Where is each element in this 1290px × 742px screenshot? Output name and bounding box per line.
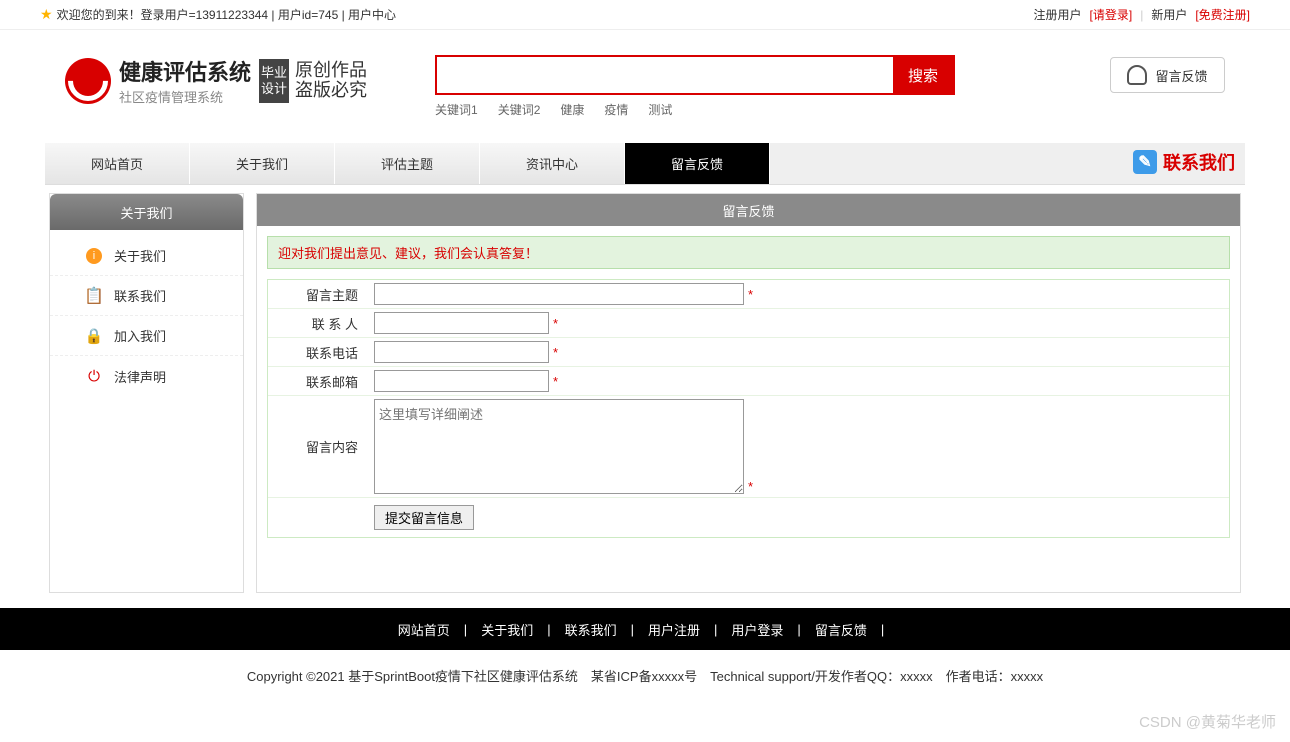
label-email: 联系邮箱 (268, 372, 368, 391)
nav-news[interactable]: 资讯中心 (480, 143, 625, 184)
textarea-content[interactable] (374, 399, 744, 494)
sidebar-item-label: 法律声明 (114, 367, 166, 386)
sidebar-item-about[interactable]: i 关于我们 (50, 236, 243, 276)
row-content: 留言内容 * (268, 396, 1229, 498)
footer-link[interactable]: 关于我们 (481, 620, 533, 639)
search-box: 搜索 (435, 55, 955, 95)
check-icon: ✎ (1133, 150, 1157, 174)
sidebar-list: i 关于我们 📋 联系我们 🔒 加入我们 ⏻ 法律声明 (50, 230, 243, 402)
label-subject: 留言主题 (268, 285, 368, 304)
main-panel: 留言反馈 迎对我们提出意见、建议，我们会认真答复！ 留言主题 * 联 系 人 *… (256, 193, 1241, 593)
main-header: 留言反馈 (257, 194, 1240, 226)
sidebar-item-join[interactable]: 🔒 加入我们 (50, 316, 243, 356)
footer-link[interactable]: 联系我们 (565, 620, 617, 639)
free-reg-link[interactable]: [免费注册] (1195, 6, 1250, 23)
footer-nav: 网站首页| 关于我们| 联系我们| 用户注册| 用户登录| 留言反馈| (0, 608, 1290, 650)
search-area: 搜索 关键词1 关键词2 健康 疫情 测试 (435, 55, 1110, 118)
search-input[interactable] (437, 57, 893, 93)
logo-area: 健康评估系统 社区疫情管理系统 毕业 设计 原创作品 盗版必究 (65, 55, 435, 106)
keyword-link[interactable]: 疫情 (604, 101, 628, 118)
row-subject: 留言主题 * (268, 280, 1229, 309)
footer-link[interactable]: 网站首页 (398, 620, 450, 639)
keyword-link[interactable]: 关键词1 (435, 101, 478, 118)
footer-link[interactable]: 用户注册 (648, 620, 700, 639)
logo-icon (65, 58, 111, 104)
feedback-form: 留言主题 * 联 系 人 * 联系电话 * (267, 279, 1230, 538)
headset-icon (1127, 65, 1147, 85)
tip-message: 迎对我们提出意见、建议，我们会认真答复！ (267, 236, 1230, 269)
label-phone: 联系电话 (268, 343, 368, 362)
required-mark: * (553, 316, 558, 331)
label-content: 留言内容 (268, 437, 368, 456)
row-phone: 联系电话 * (268, 338, 1229, 367)
sidebar-item-label: 加入我们 (114, 326, 166, 345)
sidebar-item-label: 联系我们 (114, 286, 166, 305)
power-icon: ⏻ (86, 368, 102, 384)
reg-user-label: 注册用户 (1034, 6, 1082, 23)
separator: | (1140, 8, 1143, 22)
logo-badge: 毕业 设计 (259, 59, 289, 103)
nav-home[interactable]: 网站首页 (45, 143, 190, 184)
logo-script: 原创作品 盗版必究 (295, 61, 367, 101)
contact-label: 联系我们 (1163, 149, 1235, 175)
logo-subtitle: 社区疫情管理系统 (119, 87, 251, 106)
logo-title: 健康评估系统 (119, 55, 251, 87)
required-mark: * (748, 287, 753, 302)
contact-us[interactable]: ✎ 联系我们 (1133, 149, 1235, 175)
nav-topic[interactable]: 评估主题 (335, 143, 480, 184)
required-mark: * (553, 374, 558, 389)
footer-copyright: Copyright ©2021 基于SprintBoot疫情下社区健康评估系统 … (0, 650, 1290, 701)
input-contact[interactable] (374, 312, 549, 334)
main-nav: 网站首页 关于我们 评估主题 资讯中心 留言反馈 ✎ 联系我们 (45, 143, 1245, 185)
header: 健康评估系统 社区疫情管理系统 毕业 设计 原创作品 盗版必究 搜索 关键词1 … (45, 30, 1245, 123)
feedback-button[interactable]: 留言反馈 (1110, 57, 1225, 93)
watermark: CSDN @黄菊华老师 (1139, 711, 1276, 732)
star-icon: ★ (40, 6, 53, 23)
logo-text: 健康评估系统 社区疫情管理系统 (119, 55, 251, 106)
sidebar-header: 关于我们 (50, 194, 243, 230)
submit-button[interactable]: 提交留言信息 (374, 505, 474, 530)
footer-link[interactable]: 留言反馈 (815, 620, 867, 639)
sidebar-item-legal[interactable]: ⏻ 法律声明 (50, 356, 243, 396)
clipboard-icon: 📋 (86, 288, 102, 304)
welcome-text[interactable]: 欢迎您的到来！登录用户=13911223344 | 用户id=745 | 用户中… (57, 6, 396, 23)
login-link[interactable]: [请登录] (1090, 6, 1133, 23)
feedback-button-label: 留言反馈 (1155, 66, 1207, 85)
sidebar-item-contact[interactable]: 📋 联系我们 (50, 276, 243, 316)
lock-icon: 🔒 (86, 328, 102, 344)
sidebar-item-label: 关于我们 (114, 246, 166, 265)
topbar-right: 注册用户 [请登录] | 新用户 [免费注册] (1034, 6, 1251, 23)
keyword-link[interactable]: 关键词2 (498, 101, 541, 118)
topbar: ★ 欢迎您的到来！登录用户=13911223344 | 用户id=745 | 用… (0, 0, 1290, 30)
required-mark: * (553, 345, 558, 360)
info-icon: i (86, 248, 102, 264)
row-submit: 提交留言信息 (268, 498, 1229, 537)
required-mark: * (748, 479, 753, 494)
sidebar: 关于我们 i 关于我们 📋 联系我们 🔒 加入我们 ⏻ 法律声明 (49, 193, 244, 593)
nav-feedback[interactable]: 留言反馈 (625, 143, 770, 184)
input-email[interactable] (374, 370, 549, 392)
label-contact: 联 系 人 (268, 314, 368, 333)
content-container: 关于我们 i 关于我们 📋 联系我们 🔒 加入我们 ⏻ 法律声明 留言反馈 迎对… (45, 193, 1245, 593)
keyword-link[interactable]: 健康 (560, 101, 584, 118)
input-subject[interactable] (374, 283, 744, 305)
search-button[interactable]: 搜索 (893, 57, 953, 93)
footer-link[interactable]: 用户登录 (731, 620, 783, 639)
row-email: 联系邮箱 * (268, 367, 1229, 396)
new-user-label: 新用户 (1151, 6, 1187, 23)
row-contact: 联 系 人 * (268, 309, 1229, 338)
keyword-link[interactable]: 测试 (648, 101, 672, 118)
nav-about[interactable]: 关于我们 (190, 143, 335, 184)
input-phone[interactable] (374, 341, 549, 363)
topbar-left: ★ 欢迎您的到来！登录用户=13911223344 | 用户id=745 | 用… (40, 6, 396, 23)
search-keywords: 关键词1 关键词2 健康 疫情 测试 (435, 101, 1110, 118)
